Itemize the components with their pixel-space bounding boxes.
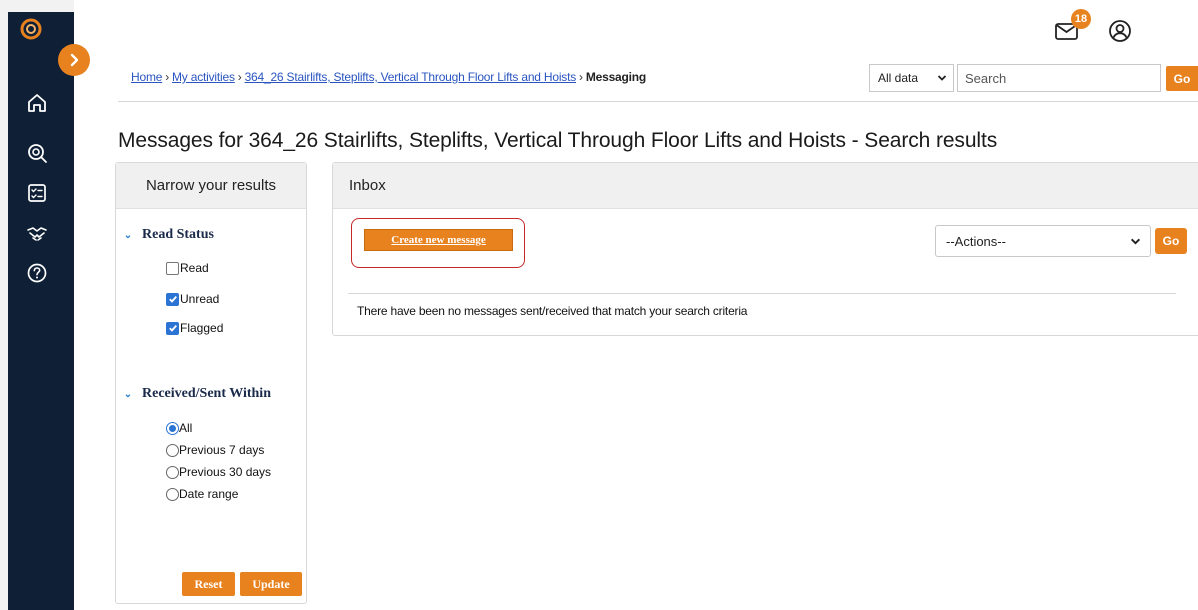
unread-checkbox-label: Unread xyxy=(180,292,220,306)
breadcrumb-separator: › xyxy=(237,70,242,84)
empty-results-message: There have been no messages sent/receive… xyxy=(357,304,748,318)
radio-previous-7-days-label: Previous 7 days xyxy=(179,443,265,457)
flagged-checkbox-label: Flagged xyxy=(180,321,224,335)
chevron-down-icon: ⌄ xyxy=(123,388,133,400)
breadcrumb-separator: › xyxy=(579,70,583,84)
breadcrumb-current: Messaging xyxy=(585,70,647,84)
radio-previous-30-days[interactable]: Previous 30 days xyxy=(166,465,271,479)
chevron-down-icon xyxy=(1130,238,1141,245)
radio-unselected[interactable] xyxy=(166,487,179,501)
breadcrumb-activity-link[interactable]: 364_26 Stairlifts, Steplifts, Vertical T… xyxy=(245,70,577,84)
nav-rail xyxy=(0,0,90,610)
mail-count-badge: 18 xyxy=(1071,9,1091,29)
checklist-icon[interactable] xyxy=(26,182,48,204)
app-root: 18 Home › My activities › 364_26 Stairlifts,… xyxy=(0,0,1198,610)
search-scope-value: All data xyxy=(878,71,919,85)
breadcrumb-home-link[interactable]: Home xyxy=(131,70,162,84)
radio-selected[interactable] xyxy=(166,421,179,435)
radio-unselected[interactable] xyxy=(166,443,179,457)
actions-go-button[interactable]: Go xyxy=(1155,228,1187,254)
radio-all[interactable]: All xyxy=(166,421,192,435)
flagged-checkbox[interactable]: Flagged xyxy=(166,321,223,335)
unread-checkbox[interactable]: Unread xyxy=(166,292,219,306)
chevron-down-icon: ⌄ xyxy=(123,229,133,241)
checkbox-checked[interactable] xyxy=(166,292,179,306)
logo-icon xyxy=(20,18,42,40)
radio-date-range[interactable]: Date range xyxy=(166,487,238,501)
update-button[interactable]: Update xyxy=(240,572,302,596)
received-within-heading: Received/Sent Within xyxy=(142,386,271,401)
read-checkbox-label: Read xyxy=(180,261,209,275)
search-icon[interactable] xyxy=(26,142,48,164)
radio-unselected[interactable] xyxy=(166,465,179,479)
received-within-toggle[interactable]: ⌄ Received/Sent Within xyxy=(120,386,271,402)
read-status-heading: Read Status xyxy=(142,227,214,242)
search-scope-select[interactable]: All data xyxy=(869,64,954,92)
actions-select-value: --Actions-- xyxy=(946,233,1006,249)
handshake-icon[interactable] xyxy=(26,222,48,244)
breadcrumb: Home › My activities › 364_26 Stairlifts, St… xyxy=(131,70,646,84)
radio-previous-30-days-label: Previous 30 days xyxy=(179,465,272,479)
checkbox-checked[interactable] xyxy=(166,321,179,335)
radio-date-range-label: Date range xyxy=(179,487,239,501)
expand-rail-button[interactable] xyxy=(58,44,90,76)
narrow-results-title: Narrow your results xyxy=(116,163,306,209)
home-icon[interactable] xyxy=(26,92,48,114)
reset-button[interactable]: Reset xyxy=(182,572,235,596)
chevron-right-icon xyxy=(70,53,79,67)
breadcrumb-separator: › xyxy=(165,70,170,84)
read-checkbox[interactable]: Read xyxy=(166,261,209,275)
inbox-title: Inbox xyxy=(333,163,1198,209)
breadcrumb-activities-link[interactable]: My activities xyxy=(172,70,235,84)
inbox-divider xyxy=(348,293,1176,294)
search-input[interactable] xyxy=(957,64,1161,92)
user-account-icon[interactable] xyxy=(1107,18,1133,44)
read-status-toggle[interactable]: ⌄ Read Status xyxy=(120,227,214,243)
radio-all-label: All xyxy=(179,421,193,435)
check-icon xyxy=(168,295,177,303)
radio-previous-7-days[interactable]: Previous 7 days xyxy=(166,443,264,457)
create-new-message-button[interactable]: Create new message xyxy=(364,229,513,251)
help-icon[interactable] xyxy=(26,262,48,284)
check-icon xyxy=(168,324,177,332)
checkbox-unchecked[interactable] xyxy=(166,261,179,275)
page-title: Messages for 364_26 Stairlifts, Steplift… xyxy=(118,129,998,152)
search-go-button[interactable]: Go xyxy=(1166,66,1198,91)
actions-select[interactable]: --Actions-- xyxy=(935,225,1151,257)
chevron-down-icon xyxy=(937,75,947,81)
header-divider xyxy=(118,101,1198,102)
